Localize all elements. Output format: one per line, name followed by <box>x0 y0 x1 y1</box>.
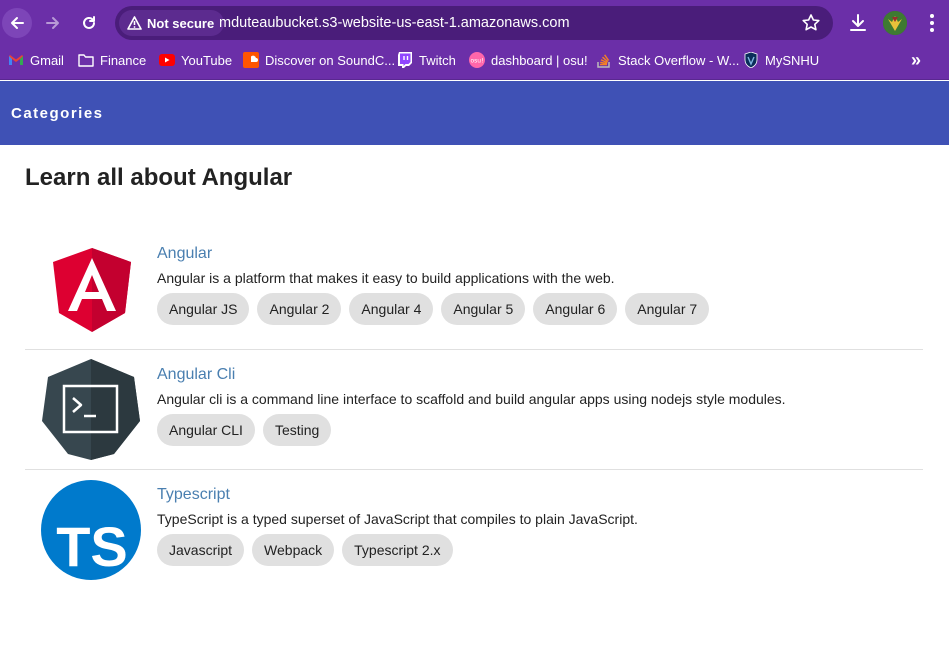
toolbar-title: Categories <box>11 105 104 122</box>
twitch-icon <box>397 52 413 68</box>
back-button[interactable] <box>2 8 32 38</box>
reload-button[interactable] <box>74 8 104 38</box>
profile-avatar[interactable] <box>883 11 907 35</box>
osu-icon: osu! <box>469 52 485 68</box>
category-description: TypeScript is a typed superset of JavaSc… <box>157 511 638 527</box>
bookmark-label: MySNHU <box>765 52 820 68</box>
svg-text:osu!: osu! <box>470 58 483 65</box>
bookmark-label: Stack Overflow - W... <box>618 52 740 68</box>
youtube-icon <box>159 52 175 68</box>
bookmark-gmail[interactable]: Gmail <box>8 46 64 74</box>
chip[interactable]: Webpack <box>252 534 335 566</box>
bookmark-mysnhu[interactable]: MySNHU <box>743 46 819 74</box>
gmail-icon <box>8 52 24 68</box>
snhu-icon <box>743 52 759 68</box>
stackoverflow-icon <box>596 52 612 68</box>
bookmark-twitch[interactable]: Twitch <box>397 46 456 74</box>
chip[interactable]: Angular 2 <box>257 293 342 325</box>
more-bookmarks-chevron-icon[interactable]: » <box>906 50 926 70</box>
security-label: Not secure <box>147 15 215 31</box>
chip[interactable]: Typescript 2.x <box>342 534 453 566</box>
category-description: Angular is a platform that makes it easy… <box>157 270 615 286</box>
bookmark-osu[interactable]: osu! dashboard | osu! <box>469 46 588 74</box>
bookmark-label: Discover on SoundC... <box>265 52 396 68</box>
folder-icon <box>78 52 94 68</box>
chip[interactable]: Angular 5 <box>441 293 526 325</box>
chip[interactable]: Angular 6 <box>533 293 618 325</box>
forward-button[interactable] <box>38 8 68 38</box>
typescript-logo-icon: TS <box>41 480 141 580</box>
soundcloud-icon <box>243 52 259 68</box>
avatar-icon <box>883 11 907 35</box>
page-title: Learn all about Angular <box>25 164 293 191</box>
chip-list: Angular JS Angular 2 Angular 4 Angular 5… <box>157 293 710 325</box>
category-title[interactable]: Angular <box>157 245 212 263</box>
category-item-angular-cli: Angular Cli Angular cli is a command lin… <box>25 350 923 469</box>
category-item-angular: Angular Angular is a platform that makes… <box>25 228 923 349</box>
chip[interactable]: Testing <box>262 414 332 446</box>
download-icon[interactable] <box>847 12 869 34</box>
bookmark-label: dashboard | osu! <box>491 52 588 68</box>
url-text[interactable]: mduteaubucket.s3-website-us-east-1.amazo… <box>219 6 570 40</box>
bookmarks-bar: Gmail Finance YouTube Discover on SoundC… <box>0 46 949 80</box>
address-bar[interactable]: Not secure mduteaubucket.s3-website-us-e… <box>115 6 833 40</box>
chip[interactable]: Angular 4 <box>349 293 434 325</box>
category-item-typescript: TS Typescript TypeScript is a typed supe… <box>25 470 923 590</box>
arrow-left-icon <box>11 17 24 29</box>
category-title[interactable]: Typescript <box>157 486 230 504</box>
terminal-logo-icon <box>42 359 140 460</box>
chip[interactable]: Javascript <box>157 534 245 566</box>
angular-logo-icon <box>53 248 131 332</box>
warning-icon <box>127 16 142 30</box>
bookmark-stackoverflow[interactable]: Stack Overflow - W... <box>596 46 739 74</box>
app-toolbar: Categories <box>0 81 949 145</box>
bookmark-finance[interactable]: Finance <box>78 46 146 74</box>
browser-toolbar: Not secure mduteaubucket.s3-website-us-e… <box>0 0 949 46</box>
chip[interactable]: Angular JS <box>157 293 250 325</box>
bookmark-label: Twitch <box>419 52 456 68</box>
category-title[interactable]: Angular Cli <box>157 366 235 384</box>
security-indicator[interactable]: Not secure <box>119 10 225 36</box>
bookmark-label: Gmail <box>30 52 64 68</box>
reload-icon <box>83 16 95 29</box>
chip-list: Angular CLI Testing <box>157 414 332 446</box>
bookmark-star-icon[interactable] <box>801 13 821 33</box>
chip-list: Javascript Webpack Typescript 2.x <box>157 534 453 566</box>
bookmark-label: YouTube <box>181 52 233 68</box>
arrow-right-icon <box>46 17 59 29</box>
chip[interactable]: Angular CLI <box>157 414 255 446</box>
bookmark-soundcloud[interactable]: Discover on SoundC... <box>243 46 395 74</box>
category-description: Angular cli is a command line interface … <box>157 391 786 407</box>
typescript-logo-text: TS <box>56 515 128 578</box>
bookmark-youtube[interactable]: YouTube <box>159 46 232 74</box>
chip[interactable]: Angular 7 <box>625 293 710 325</box>
more-vertical-icon[interactable] <box>920 10 944 36</box>
bookmark-label: Finance <box>100 52 147 68</box>
